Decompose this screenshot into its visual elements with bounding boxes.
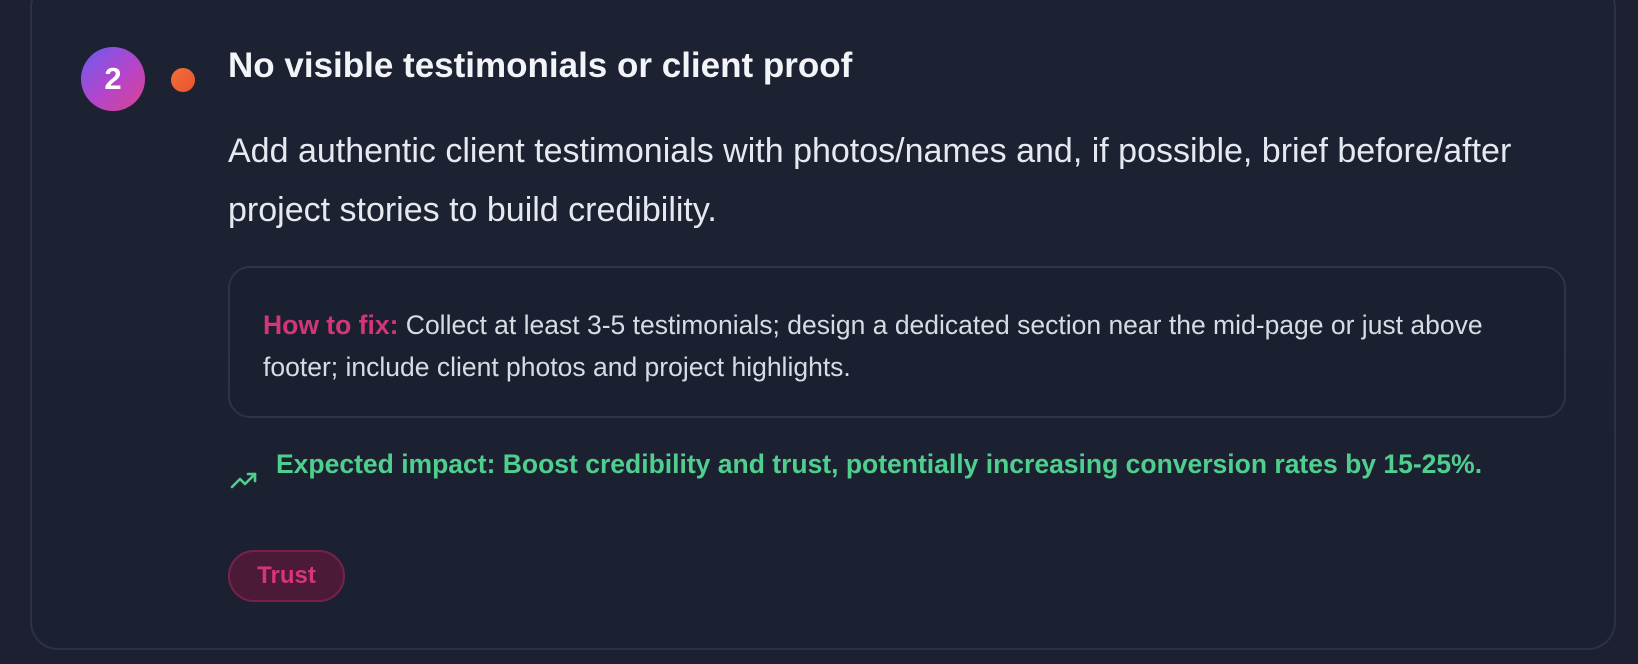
- how-to-fix-text: Collect at least 3-5 testimonials; desig…: [263, 310, 1483, 382]
- category-tag-trust[interactable]: Trust: [228, 550, 345, 602]
- how-to-fix-text-block: How to fix: Collect at least 3-5 testimo…: [263, 304, 1531, 388]
- rank-badge: 2: [81, 47, 145, 111]
- severity-indicator-icon: [171, 68, 195, 92]
- trending-up-icon: [230, 472, 257, 489]
- expected-impact-text: Expected impact: Boost credibility and t…: [276, 449, 1483, 479]
- rank-number: 2: [104, 61, 122, 96]
- issue-description: Add authentic client testimonials with p…: [228, 132, 1512, 229]
- issue-title: No visible testimonials or client proof: [228, 46, 853, 85]
- how-to-fix-box: How to fix: Collect at least 3-5 testimo…: [228, 266, 1566, 418]
- how-to-fix-label: How to fix:: [263, 310, 399, 340]
